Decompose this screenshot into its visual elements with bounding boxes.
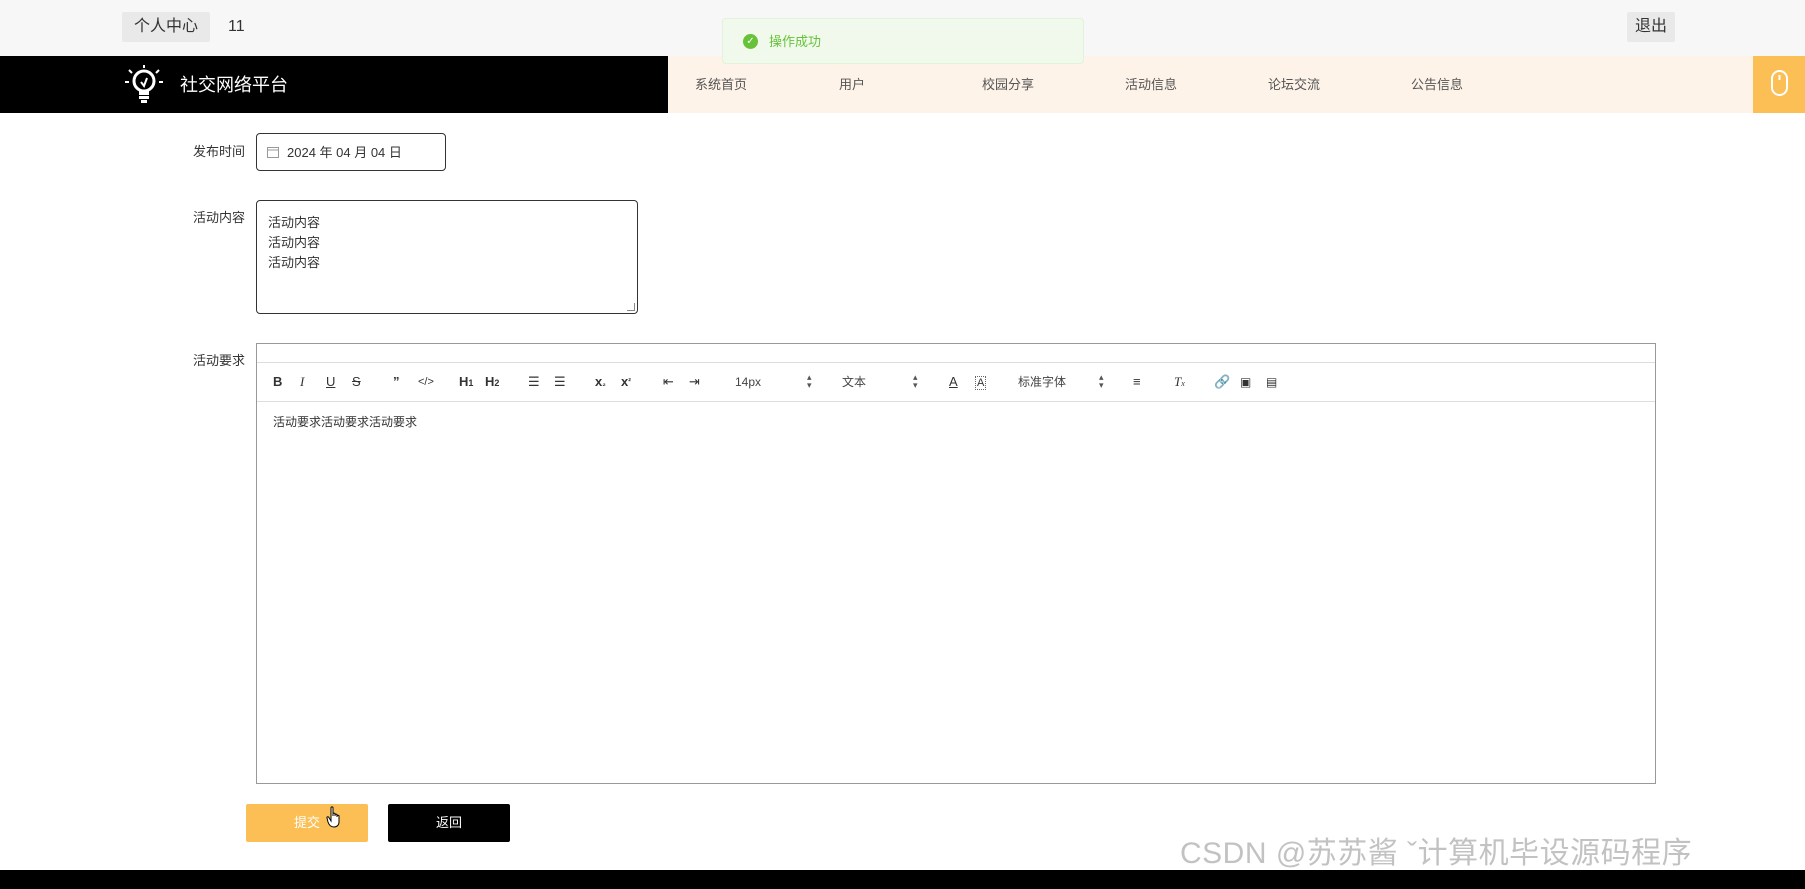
italic-icon[interactable]: I: [300, 373, 304, 391]
video-icon[interactable]: ▤: [1266, 373, 1277, 391]
nav-mouse-button[interactable]: [1753, 56, 1805, 113]
editor-content[interactable]: 活动要求活动要求活动要求: [273, 414, 417, 430]
chevron-updown-icon: ▴ ▾: [1099, 372, 1104, 390]
outdent-icon[interactable]: ⇤: [663, 373, 674, 391]
font-size-select[interactable]: 14px: [735, 373, 761, 391]
content-line: 活动内容: [268, 235, 321, 250]
check-circle-icon: ✓: [743, 34, 758, 49]
font-color-icon[interactable]: A: [949, 373, 958, 391]
editor-toolbar: B I U S ” </> H1 H2 ☰ ☰ x₂ x² ⇤ ⇥ 14px ▴…: [257, 363, 1655, 402]
content-textarea[interactable]: 活动内容 活动内容 活动内容: [256, 200, 638, 314]
submit-button[interactable]: 提交: [246, 804, 368, 842]
success-toast: ✓ 操作成功: [722, 18, 1084, 64]
requirement-label: 活动要求: [193, 353, 246, 368]
brand-title: 社交网络平台: [180, 75, 288, 95]
ordered-list-icon[interactable]: ☰: [528, 373, 540, 391]
lightbulb-logo-icon: [125, 65, 163, 103]
underline-icon[interactable]: U: [326, 373, 335, 391]
heading-select[interactable]: 文本: [842, 373, 866, 391]
superscript-icon[interactable]: x²: [621, 373, 631, 391]
subscript-icon[interactable]: x₂: [595, 373, 606, 393]
content-line: 活动内容: [268, 255, 321, 270]
image-icon[interactable]: ▣: [1240, 373, 1251, 391]
nav-item-activities[interactable]: 活动信息: [1125, 76, 1177, 94]
indent-icon[interactable]: ⇥: [689, 373, 700, 391]
username-label: 11: [228, 18, 245, 35]
brand[interactable]: 社交网络平台: [0, 56, 668, 113]
heading-2-icon[interactable]: H2: [485, 373, 499, 392]
bold-icon[interactable]: B: [273, 373, 282, 391]
nav-bar: 社交网络平台 系统首页 用户 校园分享 活动信息 论坛交流 公告信息: [0, 56, 1805, 113]
blockquote-icon[interactable]: ”: [393, 373, 400, 391]
nav-item-forum[interactable]: 论坛交流: [1268, 76, 1320, 94]
rich-text-editor[interactable]: B I U S ” </> H1 H2 ☰ ☰ x₂ x² ⇤ ⇥ 14px ▴…: [256, 343, 1656, 784]
toast-message: 操作成功: [769, 34, 822, 49]
chevron-updown-icon: ▴ ▾: [807, 372, 812, 390]
calendar-icon: [267, 147, 279, 158]
watermark: CSDN @苏苏酱 ˇ计算机毕设源码程序: [1180, 837, 1693, 870]
user-center-button[interactable]: 个人中心: [122, 12, 211, 42]
content-label: 活动内容: [193, 210, 246, 225]
hand-cursor-icon: [326, 806, 340, 828]
bullet-list-icon[interactable]: ☰: [554, 373, 566, 391]
strikethrough-icon[interactable]: S: [352, 373, 361, 391]
align-icon[interactable]: ≡: [1133, 373, 1141, 391]
chevron-updown-icon: ▴ ▾: [913, 372, 918, 390]
nav-item-campus-share[interactable]: 校园分享: [982, 76, 1034, 94]
nav-item-announcements[interactable]: 公告信息: [1411, 76, 1463, 94]
background-color-icon[interactable]: A: [975, 376, 987, 390]
code-block-icon[interactable]: </>: [418, 373, 434, 391]
resize-handle-icon[interactable]: [627, 303, 635, 311]
footer: [0, 870, 1805, 889]
logout-button[interactable]: 退出: [1626, 12, 1675, 42]
publish-time-field[interactable]: 2024 年 04 月 04 日: [256, 133, 446, 171]
link-icon[interactable]: 🔗: [1214, 373, 1230, 391]
publish-time-label: 发布时间: [193, 144, 246, 159]
back-button[interactable]: 返回: [388, 804, 510, 842]
content-line: 活动内容: [268, 215, 321, 230]
nav-item-home[interactable]: 系统首页: [695, 76, 747, 94]
nav-item-users[interactable]: 用户: [839, 76, 865, 94]
clear-format-icon[interactable]: Tx: [1174, 373, 1185, 393]
publish-time-value: 2024 年 04 月 04 日: [287, 145, 402, 160]
heading-1-icon[interactable]: H1: [459, 373, 473, 392]
mouse-icon: [1771, 70, 1788, 96]
font-family-select[interactable]: 标准字体: [1018, 373, 1066, 391]
